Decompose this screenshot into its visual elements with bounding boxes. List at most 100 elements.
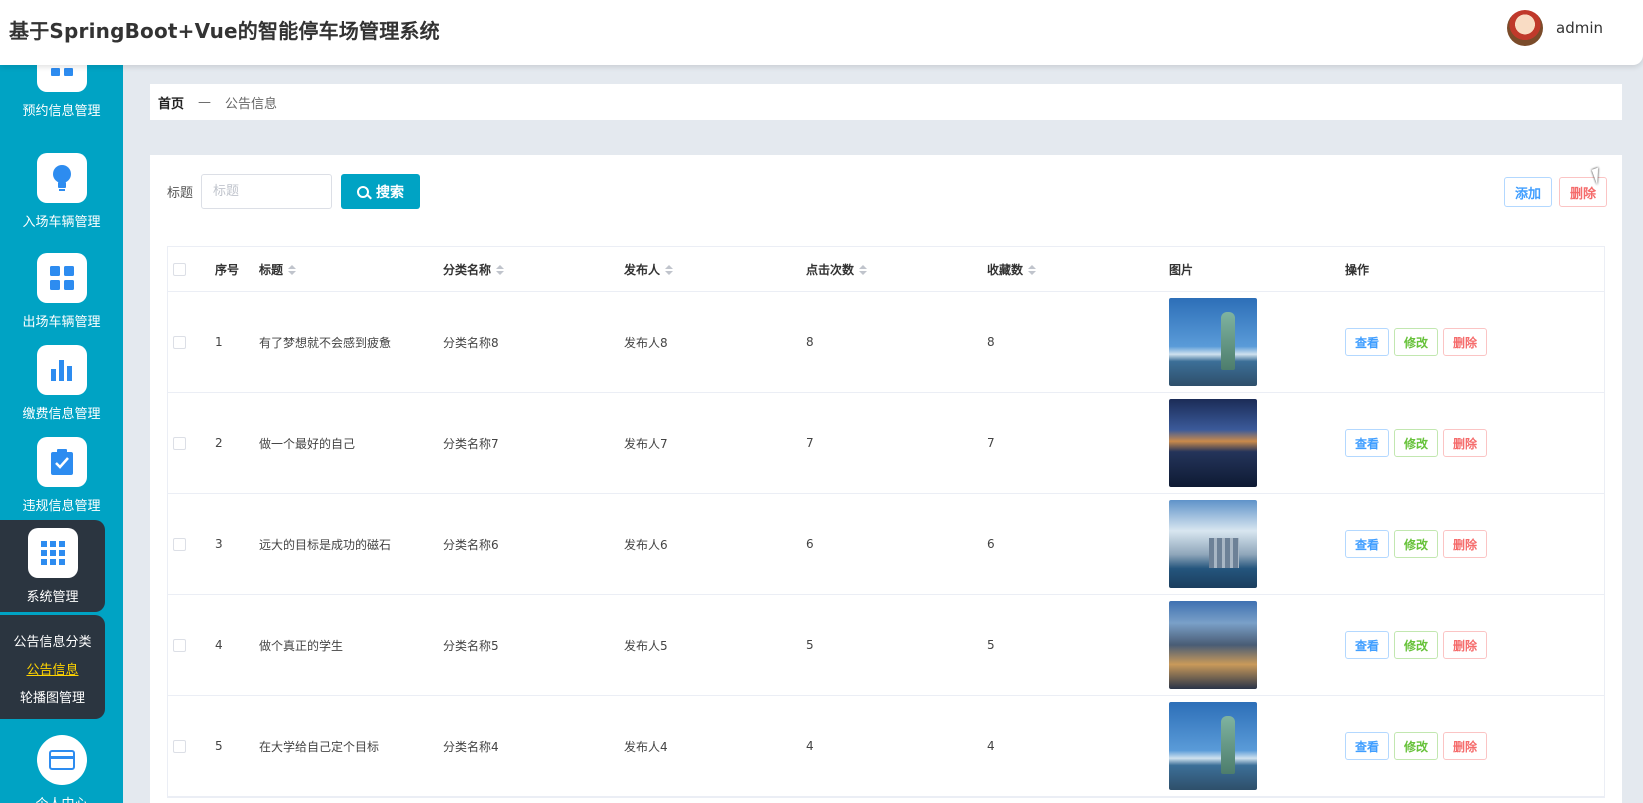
sidebar-item-exit[interactable]: 出场车辆管理: [0, 253, 123, 330]
notice-thumbnail[interactable]: [1169, 601, 1257, 689]
header-title[interactable]: 标题: [259, 261, 443, 278]
edit-button[interactable]: 修改: [1394, 732, 1439, 760]
row-operations: 查看 修改 删除: [1345, 732, 1545, 760]
sidebar-item-profile[interactable]: 个人中心: [0, 735, 123, 803]
breadcrumb-current: 公告信息: [225, 96, 278, 112]
sort-icon[interactable]: [288, 265, 296, 275]
row-title: 有了梦想就不会感到疲惫: [259, 335, 392, 350]
row-checkbox[interactable]: [173, 739, 186, 753]
row-operations: 查看 修改 删除: [1345, 328, 1545, 356]
header-image: 图片: [1169, 262, 1194, 277]
header-favorites-label: 收藏数: [987, 262, 1024, 277]
row-publisher: 发布人6: [624, 537, 668, 552]
submenu-item-notice[interactable]: 公告信息: [0, 657, 105, 685]
row-category: 分类名称8: [443, 335, 499, 350]
sort-icon[interactable]: [859, 265, 867, 275]
sidebar-item-violation[interactable]: 违规信息管理: [0, 437, 123, 514]
row-category: 分类名称7: [443, 436, 499, 451]
breadcrumb: 首页 — 公告信息: [150, 84, 1622, 120]
top-header: 基于SpringBoot+Vue的智能停车场管理系统 admin: [0, 0, 1643, 65]
header-publisher-label: 发布人: [624, 262, 661, 277]
table-row: 2 做一个最好的自己 分类名称7 发布人7 7 7 查看 修改 删除: [168, 393, 1604, 494]
card-icon: [36, 735, 87, 785]
notice-thumbnail[interactable]: [1169, 298, 1257, 386]
header-favorites[interactable]: 收藏数: [987, 261, 1169, 278]
row-publisher: 发布人5: [624, 638, 668, 653]
edit-button[interactable]: 修改: [1394, 328, 1439, 356]
header-title-label: 标题: [259, 262, 284, 277]
row-delete-button[interactable]: 删除: [1443, 631, 1488, 659]
submenu-item-carousel[interactable]: 轮播图管理: [0, 685, 105, 713]
table-row: 3 远大的目标是成功的磁石 分类名称6 发布人6 6 6 查看 修改 删除: [168, 494, 1604, 595]
sidebar-item-payment[interactable]: 缴费信息管理: [0, 345, 123, 422]
edit-button[interactable]: 修改: [1394, 631, 1439, 659]
sidebar-item-label: 个人中心: [0, 793, 123, 803]
bar-chart-icon: [36, 345, 87, 395]
notice-thumbnail[interactable]: [1169, 399, 1257, 487]
row-checkbox-cell: [168, 739, 215, 753]
sidebar-item-reservation[interactable]: 预约信息管理: [0, 65, 123, 119]
notice-thumbnail[interactable]: [1169, 500, 1257, 588]
row-image-cell: [1169, 702, 1345, 790]
row-index: 2: [215, 436, 223, 450]
row-title: 在大学给自己定个目标: [259, 739, 380, 754]
sidebar-item-system[interactable]: 系统管理: [0, 520, 105, 612]
header-publisher[interactable]: 发布人: [624, 261, 806, 278]
submenu-item-notice-category[interactable]: 公告信息分类: [0, 629, 105, 657]
row-clicks: 4: [806, 739, 814, 753]
system-submenu: 公告信息分类 公告信息 轮播图管理: [0, 615, 105, 719]
row-title: 做个真正的学生: [259, 638, 344, 653]
row-delete-button[interactable]: 删除: [1443, 328, 1488, 356]
breadcrumb-separator: —: [198, 94, 212, 110]
notice-table: 序号 标题 分类名称 发布人 点击次数 收藏数 图片 操作 1 有了梦想就不会感…: [167, 246, 1605, 798]
row-image-cell: [1169, 500, 1345, 588]
header-index: 序号: [215, 262, 240, 277]
row-checkbox[interactable]: [173, 335, 186, 349]
view-button[interactable]: 查看: [1345, 530, 1390, 558]
sort-icon[interactable]: [1028, 265, 1036, 275]
notice-thumbnail[interactable]: [1169, 702, 1257, 790]
edit-button[interactable]: 修改: [1394, 429, 1439, 457]
search-input[interactable]: [201, 174, 333, 209]
view-button[interactable]: 查看: [1345, 429, 1390, 457]
sort-icon[interactable]: [496, 265, 504, 275]
sidebar-item-entry[interactable]: 入场车辆管理: [0, 153, 123, 230]
row-image-cell: [1169, 399, 1345, 487]
row-operations: 查看 修改 删除: [1345, 631, 1545, 659]
table-row: 1 有了梦想就不会感到疲惫 分类名称8 发布人8 8 8 查看 修改 删除: [168, 292, 1604, 393]
row-favorites: 5: [987, 638, 995, 652]
row-title: 做一个最好的自己: [259, 436, 356, 451]
header-operations: 操作: [1345, 262, 1370, 277]
header-clicks[interactable]: 点击次数: [806, 261, 987, 278]
row-clicks: 5: [806, 638, 814, 652]
sidebar-item-label: 入场车辆管理: [22, 215, 101, 230]
row-index: 1: [215, 335, 223, 349]
row-checkbox[interactable]: [173, 638, 186, 652]
row-delete-button[interactable]: 删除: [1443, 530, 1488, 558]
breadcrumb-home[interactable]: 首页: [158, 93, 184, 112]
row-index: 3: [215, 537, 223, 551]
view-button[interactable]: 查看: [1345, 732, 1390, 760]
view-button[interactable]: 查看: [1345, 328, 1390, 356]
row-delete-button[interactable]: 删除: [1443, 429, 1488, 457]
sidebar-item-label: 出场车辆管理: [22, 315, 101, 330]
grid-icon: [36, 65, 87, 92]
user-menu[interactable]: admin: [1507, 10, 1603, 46]
sidebar-item-label: 系统管理: [26, 590, 79, 605]
add-button[interactable]: 添加: [1503, 177, 1552, 207]
app-title: 基于SpringBoot+Vue的智能停车场管理系统: [9, 19, 440, 43]
select-all-checkbox[interactable]: [173, 262, 186, 276]
row-checkbox[interactable]: [173, 436, 186, 450]
row-clicks: 8: [806, 335, 814, 349]
row-delete-button[interactable]: 删除: [1443, 732, 1488, 760]
edit-button[interactable]: 修改: [1394, 530, 1439, 558]
header-category[interactable]: 分类名称: [443, 261, 624, 278]
search-button[interactable]: 搜索: [341, 174, 421, 209]
view-button[interactable]: 查看: [1345, 631, 1390, 659]
username[interactable]: admin: [1556, 19, 1603, 37]
row-publisher: 发布人7: [624, 436, 668, 451]
clipboard-check-icon: [36, 437, 87, 487]
avatar[interactable]: [1507, 10, 1543, 46]
row-checkbox[interactable]: [173, 537, 186, 551]
sort-icon[interactable]: [665, 265, 673, 275]
